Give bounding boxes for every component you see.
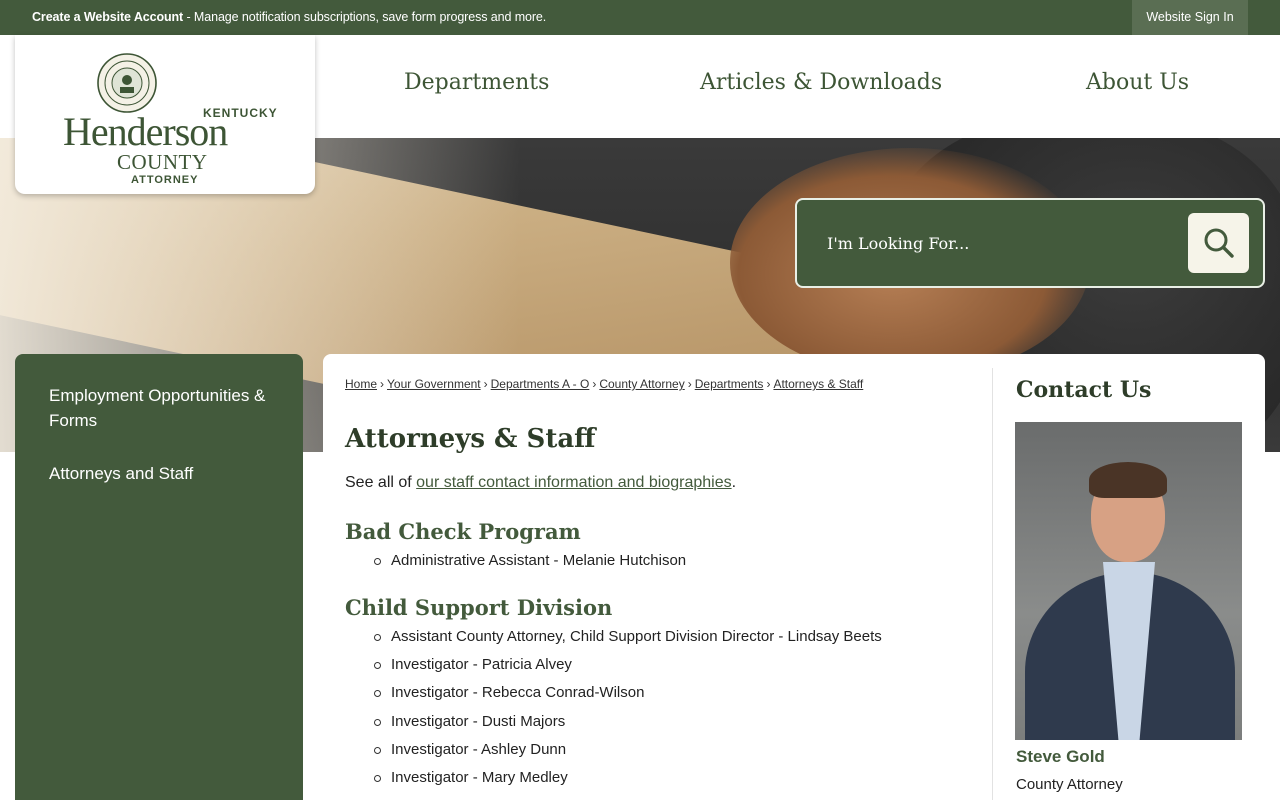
list-item: Investigator - Dusti Majors [374, 708, 882, 736]
logo-name: Henderson [63, 109, 228, 154]
list-item: Investigator - Patricia Alvey [374, 651, 882, 679]
county-seal-icon [97, 53, 157, 113]
child-support-staff-list: Assistant County Attorney, Child Support… [374, 623, 882, 792]
contact-name: Steve Gold [1016, 747, 1105, 766]
breadcrumb-separator: › [766, 377, 771, 391]
list-item: Investigator - Rebecca Conrad-Wilson [374, 679, 882, 707]
staff-biographies-link[interactable]: our staff contact information and biogra… [416, 474, 731, 491]
logo-county: COUNTY [117, 150, 208, 174]
nav-articles-downloads[interactable]: Articles & Downloads [700, 70, 942, 100]
breadcrumb-county-attorney[interactable]: County Attorney [599, 377, 684, 391]
contact-photo [1015, 422, 1242, 740]
nav-about-us[interactable]: About Us [1086, 70, 1189, 100]
breadcrumb-attorneys-staff[interactable]: Attorneys & Staff [773, 377, 863, 391]
photo-hair [1089, 462, 1167, 498]
search-icon [1204, 228, 1234, 258]
website-sign-in-button[interactable]: Website Sign In [1132, 0, 1248, 35]
list-item: Administrative Assistant - Melanie Hutch… [373, 547, 686, 575]
list-item: Investigator - Ashley Dunn [374, 736, 882, 764]
site-logo[interactable]: KENTUCKY Henderson COUNTY ATTORNEY [15, 35, 315, 194]
search-box [795, 198, 1265, 288]
nav-departments[interactable]: Departments [404, 70, 549, 100]
top-bar: Create a Website Account - Manage notifi… [0, 0, 1280, 35]
main-content: Home › Your Government › Departments A - O › C… [323, 354, 1265, 800]
breadcrumb-separator: › [483, 377, 488, 391]
sidebar-item-employment-opportunities[interactable]: Employment Opportunities & Forms [49, 383, 279, 433]
breadcrumb-home[interactable]: Home [345, 377, 377, 391]
contact-role: County Attorney [1016, 776, 1123, 793]
list-item: Investigator - Mary Medley [374, 764, 882, 792]
page-title: Attorneys & Staff [345, 424, 596, 454]
breadcrumb-departments[interactable]: Departments [695, 377, 764, 391]
intro-text: See all of our staff contact information… [345, 474, 736, 492]
account-banner[interactable]: Create a Website Account - Manage notifi… [32, 0, 546, 35]
sidebar-item-attorneys-and-staff[interactable]: Attorneys and Staff [49, 461, 279, 486]
intro-prefix: See all of [345, 474, 417, 491]
bad-check-staff-list: Administrative Assistant - Melanie Hutch… [373, 547, 686, 575]
breadcrumb-separator: › [592, 377, 597, 391]
account-banner-description: - Manage notification subscriptions, sav… [183, 10, 547, 24]
breadcrumb-departments-a-o[interactable]: Departments A - O [491, 377, 590, 391]
intro-suffix: . [731, 474, 737, 491]
section-heading-child-support-division: Child Support Division [345, 595, 613, 620]
breadcrumb-separator: › [380, 377, 385, 391]
search-button[interactable] [1188, 213, 1249, 273]
logo-office: ATTORNEY [131, 174, 199, 186]
breadcrumb-your-government[interactable]: Your Government [387, 377, 481, 391]
search-input[interactable] [827, 228, 1157, 258]
contact-us-heading: Contact Us [1016, 377, 1152, 403]
sidebar-nav: Employment Opportunities & Forms Attorne… [15, 354, 303, 800]
create-account-link[interactable]: Create a Website Account [32, 10, 183, 24]
section-heading-bad-check-program: Bad Check Program [345, 519, 581, 544]
column-divider [992, 368, 993, 800]
breadcrumb-separator: › [687, 377, 692, 391]
breadcrumb: Home › Your Government › Departments A - O › C… [345, 377, 863, 391]
list-item: Assistant County Attorney, Child Support… [374, 623, 882, 651]
